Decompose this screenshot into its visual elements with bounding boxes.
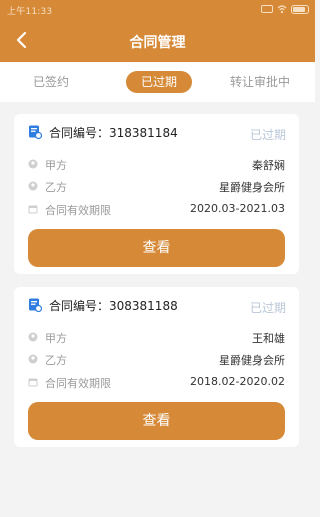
validity-row: 合同有效期限 2018.02-2020.02 — [28, 375, 285, 390]
party-a-row: 甲方 王和雄 — [28, 330, 285, 345]
contract-header: 合同编号：318381184 — [28, 124, 178, 140]
contract-number: 合同编号：318381184 — [49, 125, 178, 140]
validity-label: 合同有效期限 — [45, 204, 111, 217]
party-b-value: 星爵健身会所 — [219, 354, 285, 367]
party-a-row: 甲方 秦舒娴 — [28, 157, 285, 172]
validity-row: 合同有效期限 2020.03-2021.03 — [28, 202, 285, 217]
party-a-icon — [28, 332, 38, 342]
validity-value: 2018.02-2020.02 — [190, 375, 285, 388]
status-badge: 已过期 — [249, 128, 286, 142]
contract-card: 合同编号：308381188 已过期 甲方 王和雄 乙方 星爵健身会所 合同有效… — [14, 287, 299, 447]
validity-value: 2020.03-2021.03 — [190, 202, 285, 215]
status-time: 上午11:33 — [7, 7, 53, 17]
wifi-icon — [277, 5, 287, 14]
page-title: 合同管理 — [129, 35, 186, 51]
party-a-value: 王和雄 — [252, 332, 285, 345]
calendar-icon — [28, 205, 38, 214]
contract-header: 合同编号：308381188 — [28, 297, 178, 313]
party-b-icon — [28, 354, 38, 364]
party-b-icon — [28, 181, 38, 191]
status-badge: 已过期 — [249, 301, 286, 315]
party-b-row: 乙方 星爵健身会所 — [28, 179, 285, 194]
contract-card: 合同编号：318381184 已过期 甲方 秦舒娴 乙方 星爵健身会所 合同有效… — [14, 114, 299, 274]
calendar-icon — [28, 378, 38, 387]
party-b-label: 乙方 — [45, 181, 67, 194]
view-button[interactable]: 查看 — [28, 402, 285, 440]
party-a-icon — [28, 159, 38, 169]
tab-transfer-approval[interactable]: 转让审批中 — [224, 71, 296, 93]
tab-bar: 已签约 已过期 转让审批中 — [0, 62, 315, 102]
status-icons — [261, 4, 309, 14]
battery-icon — [291, 4, 309, 14]
tab-signed[interactable]: 已签约 — [26, 71, 76, 93]
party-a-label: 甲方 — [45, 332, 67, 345]
contract-number: 合同编号：308381188 — [49, 298, 178, 313]
tab-expired[interactable]: 已过期 — [126, 71, 192, 93]
contract-doc-icon — [29, 125, 42, 139]
party-a-label: 甲方 — [45, 159, 67, 172]
view-button[interactable]: 查看 — [28, 229, 285, 267]
contract-doc-icon — [29, 298, 42, 312]
signal-icon — [261, 5, 273, 13]
party-b-label: 乙方 — [45, 354, 67, 367]
party-b-value: 星爵健身会所 — [219, 181, 285, 194]
party-a-value: 秦舒娴 — [252, 159, 285, 172]
status-bar: 上午11:33 — [0, 0, 315, 20]
party-b-row: 乙方 星爵健身会所 — [28, 352, 285, 367]
app-header: 上午11:33 合同管理 — [0, 0, 315, 62]
validity-label: 合同有效期限 — [45, 377, 111, 390]
